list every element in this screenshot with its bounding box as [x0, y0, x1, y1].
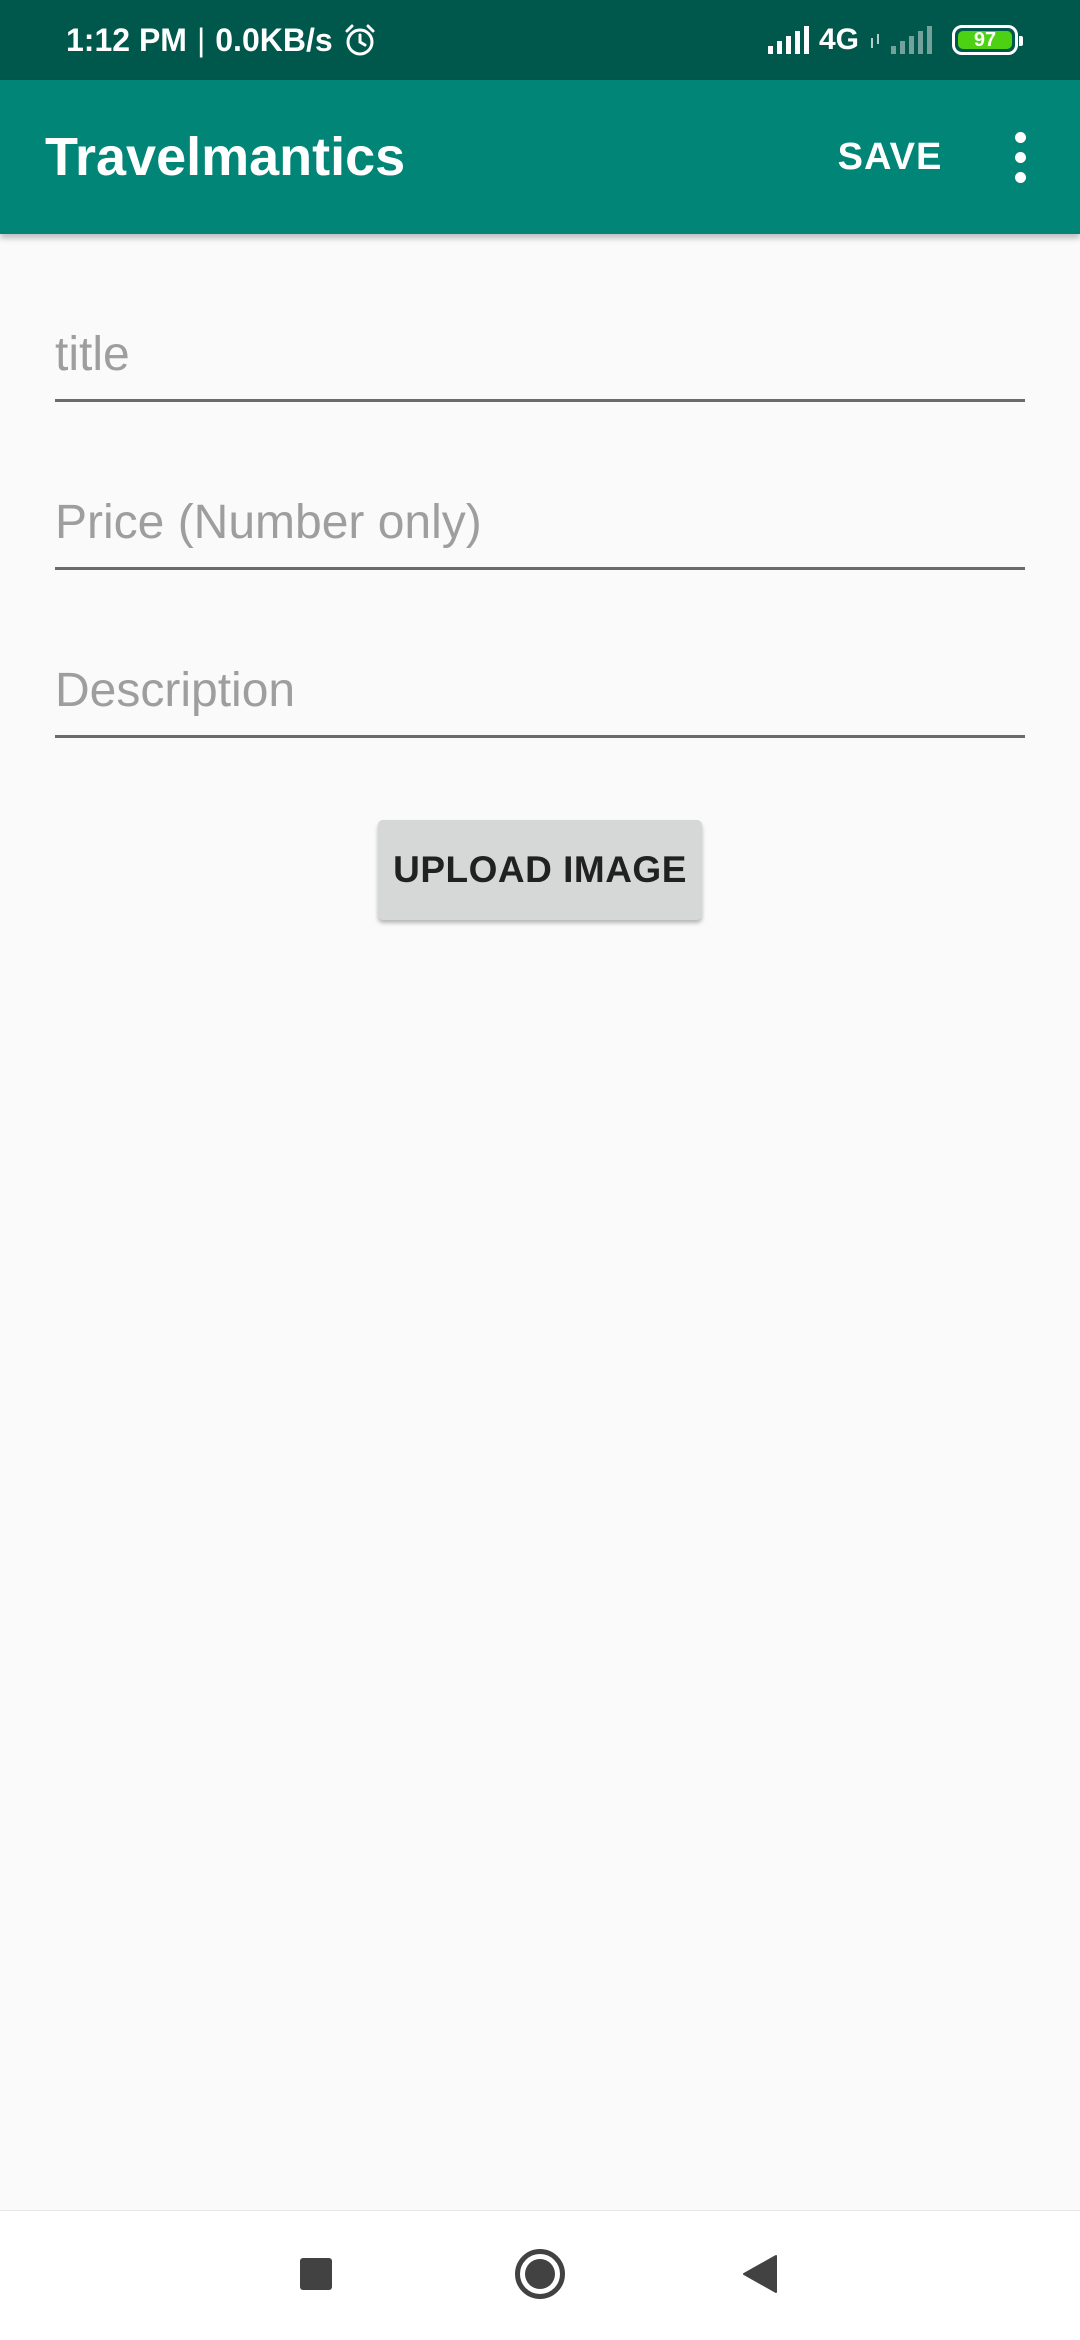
- alarm-icon: [343, 23, 377, 57]
- price-input[interactable]: [55, 487, 1025, 557]
- description-input[interactable]: [55, 655, 1025, 725]
- price-field[interactable]: [55, 460, 1025, 570]
- recent-apps-icon[interactable]: [300, 2258, 332, 2290]
- title-input[interactable]: [55, 319, 1025, 389]
- status-time: 1:12 PM: [66, 21, 187, 58]
- signal-icon: [767, 26, 809, 54]
- status-right: 4G 97: [767, 0, 1023, 80]
- upload-image-button[interactable]: UPLOAD IMAGE: [378, 820, 702, 920]
- signal-off-icon: [891, 26, 932, 54]
- data-arrows-icon: [871, 34, 879, 48]
- status-speed: 0.0KB/s: [215, 21, 333, 58]
- status-left: 1:12 PM | 0.0KB/s: [66, 0, 377, 80]
- network-type: 4G: [818, 23, 859, 56]
- save-button[interactable]: SAVE: [820, 80, 960, 234]
- app-title: Travelmantics: [45, 127, 406, 187]
- battery-icon: 97: [952, 25, 1023, 55]
- title-field[interactable]: [55, 292, 1025, 402]
- back-icon[interactable]: [742, 2254, 778, 2294]
- status-separator: |: [196, 21, 206, 58]
- battery-level: 97: [973, 28, 997, 51]
- description-field[interactable]: [55, 628, 1025, 738]
- navigation-bar: [0, 2210, 1080, 2340]
- home-icon[interactable]: [515, 2249, 565, 2299]
- status-bar: 1:12 PM | 0.0KB/s 4G 97: [0, 0, 1080, 80]
- more-vert-icon[interactable]: [990, 117, 1050, 197]
- app-bar: Travelmantics SAVE: [0, 80, 1080, 234]
